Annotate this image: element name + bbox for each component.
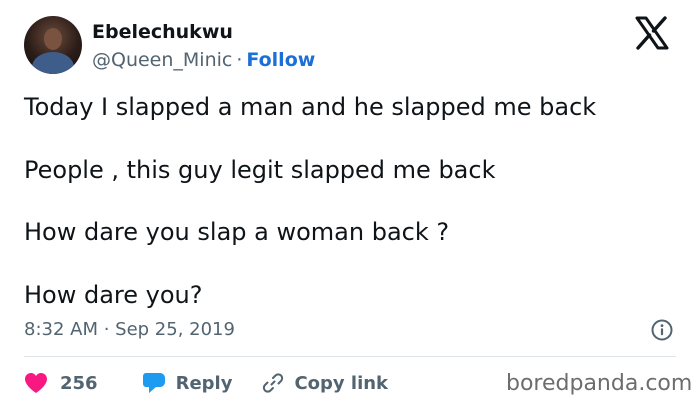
divider [24,356,676,357]
reply-button[interactable]: Reply [142,371,233,395]
copy-link-label: Copy link [294,372,389,394]
action-bar: 256 Reply Copy link [24,370,388,396]
link-icon [263,373,284,393]
separator-dot: · [236,49,243,71]
like-count: 256 [60,372,98,394]
author-handle[interactable]: @Queen_Minic [92,49,232,71]
handle-row: @Queen_Minic · Follow [92,48,315,72]
heart-icon [25,373,47,393]
tweet-timestamp[interactable]: 8:32 AM · Sep 25, 2019 [24,318,235,342]
info-icon[interactable] [651,319,673,341]
tweet-text-line-4: How dare you? [24,281,203,309]
tweet-text-line-3: How dare you slap a woman back ? [24,218,450,246]
follow-button[interactable]: Follow [246,49,315,71]
reply-label: Reply [175,372,233,394]
x-logo-icon[interactable] [634,16,670,50]
avatar-body [32,52,74,74]
avatar-face [44,28,62,50]
watermark: boredpanda.com [506,371,693,396]
avatar[interactable] [24,16,82,74]
like-button[interactable]: 256 [24,372,98,394]
copy-link-button[interactable]: Copy link [262,372,388,394]
tweet-text-line-1: Today I slapped a man and he slapped me … [24,93,597,121]
tweet-text-line-2: People , this guy legit slapped me back [24,156,496,184]
reply-bubble-icon [142,373,165,393]
author-name[interactable]: Ebelechukwu [92,20,233,44]
